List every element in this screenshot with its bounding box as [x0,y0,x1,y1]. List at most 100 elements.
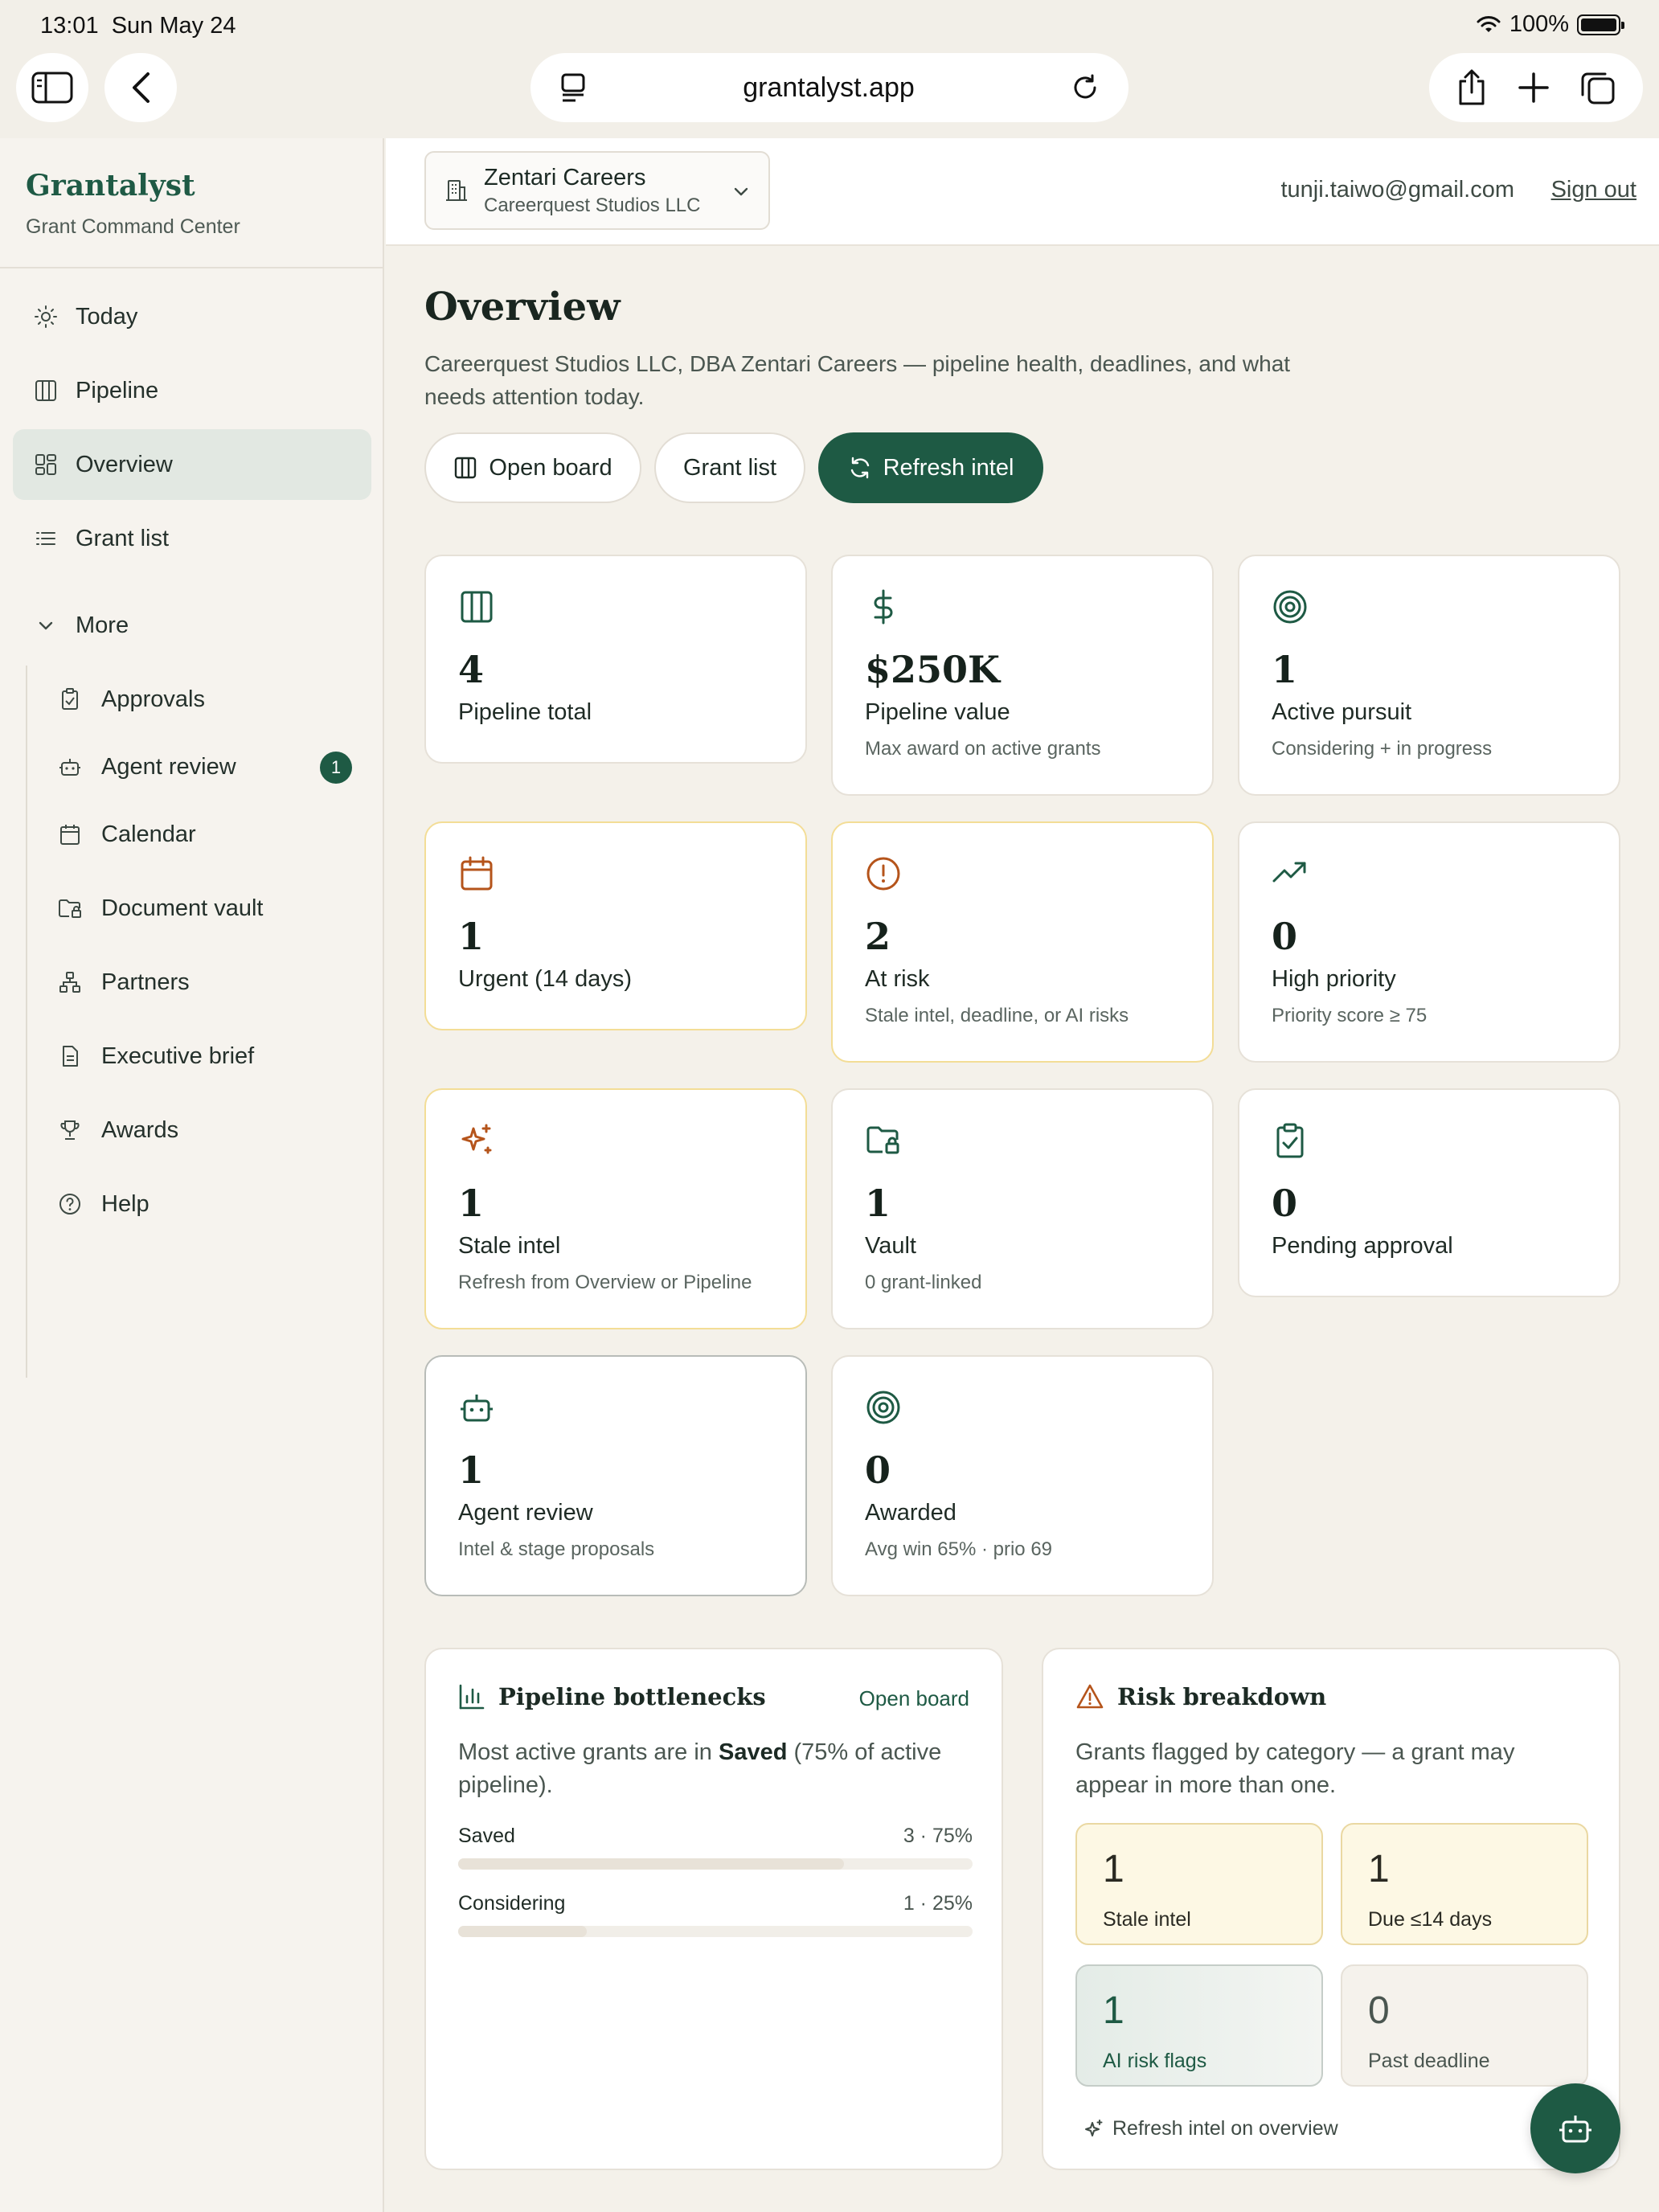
page-menu-icon[interactable] [559,72,587,103]
trophy-icon [56,1116,84,1144]
refresh-intel-label: Refresh intel [883,454,1014,481]
browser-actions [1429,53,1643,122]
brand-subtitle: Grant Command Center [26,215,240,238]
warning-triangle-icon [1075,1683,1104,1710]
stat-value: 1 [458,1182,485,1225]
sidebar-item-overview[interactable]: Overview [13,429,371,500]
panel-header: Risk breakdown [1075,1683,1326,1710]
sidebar-toggle-button[interactable] [16,53,88,122]
trending-up-icon [1272,855,1309,892]
sparkles-icon [1083,2119,1104,2140]
sidebar-item-approvals[interactable]: Approvals [39,664,371,735]
refresh-icon [848,456,872,480]
sidebar-item-calendar[interactable]: Calendar [39,799,371,870]
document-icon [56,1043,84,1070]
stat-card-agent-review[interactable]: 1 Agent review Intel & stage proposals [424,1355,807,1596]
url-text[interactable]: grantalyst.app [743,72,915,104]
panel-title: Risk breakdown [1117,1683,1327,1710]
sidebar-item-help[interactable]: Help [39,1169,371,1239]
stat-card-high-priority[interactable]: 0 High priority Priority score ≥ 75 [1238,821,1620,1063]
status-time: 13:01 Sun May 24 [40,13,236,39]
sidebar-item-grant-list[interactable]: Grant list [13,503,371,574]
risk-tile-stale-intel[interactable]: 1 Stale intel [1075,1823,1323,1945]
stat-card-urgent[interactable]: 1 Urgent (14 days) [424,821,807,1030]
stat-value: 1 [1272,648,1298,691]
sidebar-item-label: Today [76,303,138,330]
risk-tile-due-soon[interactable]: 1 Due ≤14 days [1341,1823,1588,1945]
open-board-button[interactable]: Open board [424,432,641,503]
sidebar-more-label: More [76,612,129,638]
sidebar-item-executive-brief[interactable]: Executive brief [39,1021,371,1092]
network-icon [56,969,84,996]
stat-card-vault[interactable]: 1 Vault 0 grant-linked [831,1088,1214,1329]
sidebar-item-pipeline[interactable]: Pipeline [13,355,371,426]
stat-value: 1 [458,915,485,958]
sidebar-item-label: Document vault [101,895,264,921]
risk-value: 1 [1368,1848,1390,1890]
sidebar-item-agent-review[interactable]: Agent review 1 [39,731,371,802]
sidebar-icon [31,72,73,104]
panel-header: Pipeline bottlenecks [458,1683,766,1710]
stat-card-active-pursuit[interactable]: 1 Active pursuit Considering + in progre… [1238,555,1620,796]
tabs-overview-icon[interactable] [1579,69,1616,106]
risk-label: Past deadline [1368,2050,1490,2072]
org-legal-name: Careerquest Studios LLC [484,194,701,216]
sidebar-item-document-vault[interactable]: Document vault [39,873,371,944]
status-indicators: 100% [1476,11,1624,38]
stat-sublabel: Considering + in progress [1272,738,1493,760]
new-tab-icon[interactable] [1518,72,1550,104]
sidebar-more-toggle[interactable]: More [13,590,371,661]
share-icon[interactable] [1456,68,1488,107]
stat-card-at-risk[interactable]: 2 At risk Stale intel, deadline, or AI r… [831,821,1214,1063]
sidebar-item-today[interactable]: Today [13,281,371,352]
open-board-link[interactable]: Open board [859,1686,969,1711]
dollar-icon [865,588,902,625]
refresh-link-label: Refresh intel on overview [1112,2117,1338,2140]
page-description: Careerquest Studios LLC, DBA Zentari Car… [424,351,1291,409]
address-bar[interactable]: grantalyst.app [530,53,1129,122]
chevron-down-icon [731,182,751,201]
back-button[interactable] [104,53,177,122]
status-clock: 13:01 [40,13,99,39]
agent-assistant-button[interactable] [1530,2083,1620,2173]
brand-logo[interactable]: Grantalyst [26,169,195,203]
reload-icon[interactable] [1071,73,1100,102]
status-date: Sun May 24 [111,13,236,39]
risk-label: Stale intel [1103,1908,1191,1931]
target-icon [865,1389,902,1426]
refresh-intel-link[interactable]: Refresh intel on overview [1075,2117,1338,2140]
list-icon [32,525,59,552]
grant-list-button[interactable]: Grant list [654,432,805,503]
user-email: tunji.taiwo@gmail.com [1280,177,1514,203]
risk-tile-past-deadline[interactable]: 0 Past deadline [1341,1964,1588,2087]
risk-tile-ai-flags[interactable]: 1 AI risk flags [1075,1964,1323,2087]
stat-card-pending-approval[interactable]: 0 Pending approval [1238,1088,1620,1297]
organization-selector[interactable]: Zentari Careers Careerquest Studios LLC [424,151,770,230]
sign-out-link[interactable]: Sign out [1551,177,1636,203]
folder-lock-icon [865,1122,902,1159]
stage-row-saved: Saved 3 · 75% [458,1825,973,1870]
stat-label: Awarded [865,1500,956,1526]
stat-label: Agent review [458,1500,593,1526]
org-name: Zentari Careers [484,164,646,190]
columns-icon [453,456,477,480]
stage-bar-track [458,1858,973,1870]
stat-card-pipeline-total[interactable]: 4 Pipeline total [424,555,807,764]
refresh-intel-button[interactable]: Refresh intel [818,432,1043,503]
stat-card-stale-intel[interactable]: 1 Stale intel Refresh from Overview or P… [424,1088,807,1329]
stat-label: Active pursuit [1272,699,1412,725]
sidebar-item-awards[interactable]: Awards [39,1095,371,1165]
building-icon [444,178,469,203]
wifi-icon [1476,15,1501,35]
grant-list-label: Grant list [682,454,777,481]
stat-sublabel: Stale intel, deadline, or AI risks [865,1005,1129,1026]
stage-value: 1 · 25% [903,1892,973,1915]
stage-bar-track [458,1926,973,1937]
stat-card-awarded[interactable]: 0 Awarded Avg win 65% · prio 69 [831,1355,1214,1596]
sparkles-icon [458,1122,495,1159]
sidebar-item-partners[interactable]: Partners [39,947,371,1018]
stat-value: 1 [458,1448,485,1492]
grid-icon [32,451,59,478]
chevron-down-icon [32,612,59,639]
stat-card-pipeline-value[interactable]: $250K Pipeline value Max award on active… [831,555,1214,796]
